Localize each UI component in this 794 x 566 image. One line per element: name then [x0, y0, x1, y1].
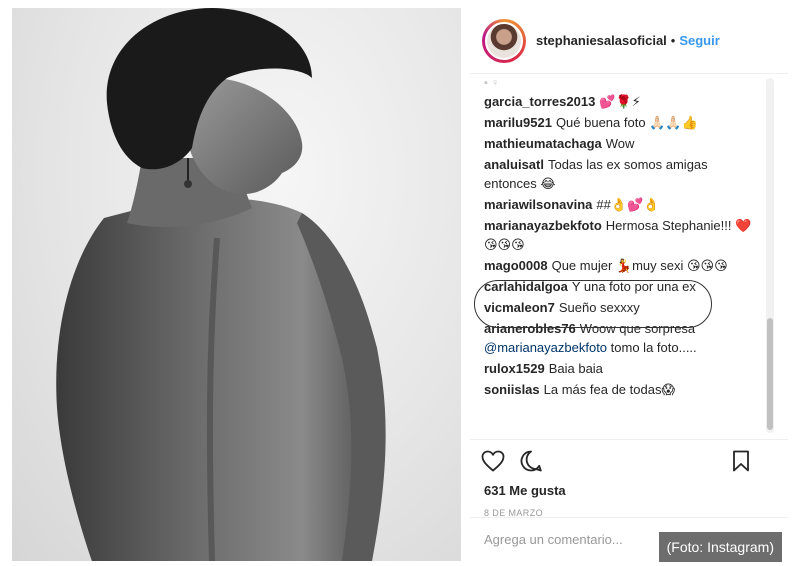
comment-username[interactable]: marilu9521 [484, 115, 552, 130]
comments-list: ▪ ♀ garcia_torres2013 💕🌹⚡ marilu9521 Qué b… [470, 74, 788, 399]
profile-avatar[interactable] [482, 18, 526, 63]
post-date: 8 DE MARZO [484, 508, 544, 518]
bookmark-icon[interactable] [728, 448, 754, 474]
comment-text: Baia baia [548, 361, 603, 376]
post-photo [12, 8, 461, 561]
comment-text: 💕🌹⚡ [599, 94, 641, 109]
comment-text: Wow [605, 136, 635, 151]
avatar-image [485, 21, 523, 60]
comment-text: Y una foto por una ex [571, 279, 696, 294]
comment-item: mago0008 Que mujer 💃muy sexi 😘😘😘 [484, 256, 762, 275]
heart-icon[interactable] [480, 448, 506, 474]
post-header: stephaniesalasoficial • Seguir [470, 8, 788, 74]
comment-username[interactable]: vicmaleon7 [484, 300, 555, 315]
header-username[interactable]: stephaniesalasoficial [536, 33, 667, 48]
likes-count[interactable]: 631 Me gusta [470, 481, 788, 500]
comment-username[interactable]: arianerobles76 [484, 321, 576, 336]
comment-item: garcia_torres2013 💕🌹⚡ [484, 92, 762, 111]
comment-item: vicmaleon7 Sueño sexxxy [484, 298, 762, 317]
comment-item: rulox1529 Baia baia [484, 359, 762, 378]
comment-username[interactable]: carlahidalgoa [484, 279, 568, 294]
comment-item-highlighted: marianayazbekfoto Hermosa Stephanie!!! ❤️… [484, 216, 762, 254]
comment-text: Woow que sorpresa [579, 321, 696, 336]
comment-item: mariawilsonavina ##👌💕👌 [484, 195, 762, 214]
comment-username[interactable]: marianayazbekfoto [484, 218, 602, 233]
comment-text-continued: tomo la foto..... [610, 340, 697, 355]
comment-mention[interactable]: @marianayazbekfoto [484, 340, 607, 355]
separator-dot: • [670, 33, 676, 48]
comment-username[interactable]: mathieumatachaga [484, 136, 602, 151]
comment-text: Qué buena foto 🙏🏻🙏🏻👍 [555, 115, 698, 130]
comment-username[interactable]: garcia_torres2013 [484, 94, 595, 109]
photo-credit-caption: (Foto: Instagram) [658, 532, 782, 562]
comments-scrollbar[interactable] [766, 78, 774, 433]
comment-text: Que mujer 💃muy sexi 😘😘😘 [551, 258, 728, 273]
comment-item: soniislas La más fea de todas😱 [484, 380, 762, 399]
comment-item: marilu9521 Qué buena foto 🙏🏻🙏🏻👍 [484, 113, 762, 132]
comment-item: analuisatl Todas las ex somos amigas ento… [484, 155, 762, 193]
comment-text: ##👌💕👌 [596, 197, 660, 212]
comment-item: mathieumatachaga Wow [484, 134, 762, 153]
truncated-previous-comment: ▪ ♀ [484, 77, 500, 89]
comment-username[interactable]: mariawilsonavina [484, 197, 592, 212]
comment-username[interactable]: rulox1529 [484, 361, 545, 376]
comment-item: arianerobles76 Woow que sorpresa @mariana… [484, 319, 762, 357]
comment-text: Sueño sexxxy [558, 300, 640, 315]
woman-back-photo [56, 8, 386, 561]
comment-bubble-icon[interactable] [518, 448, 544, 474]
follow-button[interactable]: Seguir [679, 33, 719, 48]
comment-username[interactable]: mago0008 [484, 258, 548, 273]
comment-text: La más fea de todas😱 [543, 382, 675, 397]
comments-section[interactable]: ▪ ♀ garcia_torres2013 💕🌹⚡ marilu9521 Qué b… [470, 74, 788, 439]
comment-username[interactable]: analuisatl [484, 157, 544, 172]
scrollbar-thumb[interactable] [767, 318, 773, 430]
comment-username[interactable]: soniislas [484, 382, 540, 397]
post-side-panel: stephaniesalasoficial • Seguir ▪ ♀ garci… [470, 8, 788, 561]
action-bar [470, 439, 788, 481]
comment-item: carlahidalgoa Y una foto por una ex [484, 277, 762, 296]
